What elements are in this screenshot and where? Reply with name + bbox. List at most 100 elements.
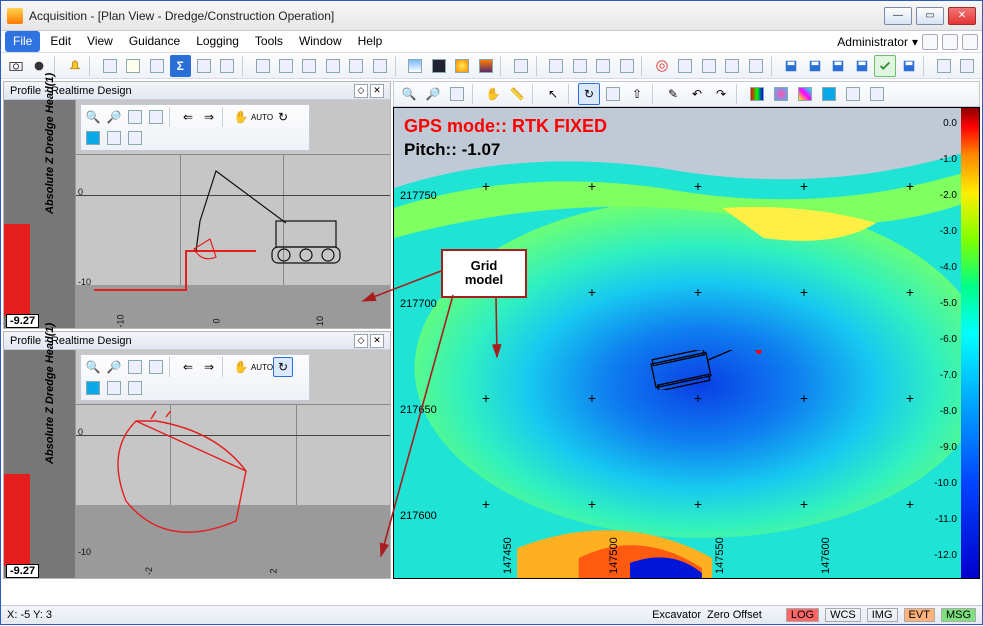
rotate-icon[interactable]: ↻ (273, 107, 293, 127)
profile-2-area[interactable]: 🔍 🔎 ⇐ ⇒ ✋ AUTO ↻ (76, 350, 390, 578)
panel-close-icon[interactable]: ✕ (370, 84, 384, 98)
status-chip-log[interactable]: LOG (786, 608, 819, 622)
status-chip-wcs[interactable]: WCS (825, 608, 861, 622)
tide-icon[interactable] (698, 55, 719, 77)
window-new-icon[interactable] (252, 55, 273, 77)
pv-palette2-icon[interactable] (770, 83, 792, 105)
night-icon[interactable] (428, 55, 449, 77)
copy3-icon[interactable] (104, 378, 124, 398)
admin-dropdown[interactable]: Administrator (837, 35, 908, 49)
menu-file[interactable]: File (5, 31, 40, 52)
lifebuoy-icon[interactable] (651, 55, 672, 77)
plan-view[interactable]: GPS mode:: RTK FIXED Pitch:: -1.07 21775… (393, 107, 980, 579)
status-chip-msg[interactable]: MSG (941, 608, 976, 622)
chevron-down-icon[interactable]: ▾ (912, 35, 918, 49)
pv-zoom-out-icon[interactable]: 🔎 (422, 83, 444, 105)
zoom-data2-icon[interactable] (125, 357, 145, 377)
child-minimize-icon[interactable] (922, 34, 938, 50)
sigma-icon[interactable]: Σ (170, 55, 191, 77)
close-button[interactable]: ✕ (948, 7, 976, 25)
pv-beacon-icon[interactable] (818, 83, 840, 105)
copy-icon[interactable] (216, 55, 237, 77)
window-arrange-icon[interactable] (369, 55, 390, 77)
minimize-button[interactable]: — (884, 7, 912, 25)
pv-edit-icon[interactable]: ✎ (662, 83, 684, 105)
pv-rotate-icon[interactable]: ↻ (578, 83, 600, 105)
auto2-icon[interactable]: AUTO (252, 357, 272, 377)
profile-2-header[interactable]: Profile - Realtime Design ◇ ✕ (4, 332, 390, 350)
panel2-close-icon[interactable]: ✕ (370, 334, 384, 348)
sat4-icon[interactable] (616, 55, 637, 77)
zoom-fit2-icon[interactable] (146, 357, 166, 377)
bell-icon[interactable] (64, 55, 85, 77)
status-chip-evt[interactable]: EVT (904, 608, 935, 622)
save-check-icon[interactable] (874, 55, 895, 77)
status-chip-img[interactable]: IMG (867, 608, 898, 622)
maximize-button[interactable]: ▭ (916, 7, 944, 25)
chart-icon[interactable] (722, 55, 743, 77)
props2-icon[interactable] (125, 378, 145, 398)
pv-zoom-fit-icon[interactable] (446, 83, 468, 105)
sky-icon[interactable] (404, 55, 425, 77)
pan-icon[interactable]: ✋ (231, 107, 251, 127)
zoom-in-icon[interactable]: 🔍 (83, 107, 103, 127)
pv-copy-icon[interactable] (842, 83, 864, 105)
db-icon[interactable] (745, 55, 766, 77)
copy2-icon[interactable] (104, 128, 124, 148)
child-restore-icon[interactable] (942, 34, 958, 50)
window-split-h-icon[interactable] (322, 55, 343, 77)
menu-help[interactable]: Help (350, 31, 391, 52)
profile-1-area[interactable]: 🔍 🔎 ⇐ ⇒ ✋ AUTO ↻ (76, 100, 390, 328)
next-icon[interactable]: ⇒ (199, 107, 219, 127)
profile-1-header[interactable]: Profile - Realtime Design ◇ ✕ (4, 82, 390, 100)
auto-icon[interactable]: AUTO (252, 107, 272, 127)
save3-icon[interactable] (827, 55, 848, 77)
pv-measure-icon[interactable]: 📏 (506, 83, 528, 105)
anchor-icon[interactable] (675, 55, 696, 77)
prev2-icon[interactable]: ⇐ (178, 357, 198, 377)
pan2-icon[interactable]: ✋ (231, 357, 251, 377)
window-split-v-icon[interactable] (346, 55, 367, 77)
pv-props-icon[interactable] (866, 83, 888, 105)
sat2-icon[interactable] (569, 55, 590, 77)
panel2-menu-icon[interactable]: ◇ (354, 334, 368, 348)
menu-tools[interactable]: Tools (247, 31, 291, 52)
pv-pointer-icon[interactable]: ↖ (542, 83, 564, 105)
pv-palette1-icon[interactable] (746, 83, 768, 105)
rotate2-icon[interactable]: ↻ (273, 357, 293, 377)
grid-icon[interactable] (193, 55, 214, 77)
zoom-out-icon[interactable]: 🔎 (104, 107, 124, 127)
vessel-icon[interactable] (83, 128, 103, 148)
import-icon[interactable] (957, 55, 978, 77)
menu-window[interactable]: Window (291, 31, 350, 52)
pv-palette3-icon[interactable] (794, 83, 816, 105)
pv-zoom-in-icon[interactable]: 🔍 (398, 83, 420, 105)
menu-edit[interactable]: Edit (42, 31, 79, 52)
camera-icon[interactable] (5, 55, 26, 77)
zoom-fit-icon[interactable] (146, 107, 166, 127)
sunset-icon[interactable] (475, 55, 496, 77)
panel-menu-icon[interactable]: ◇ (354, 84, 368, 98)
layers-icon[interactable] (146, 55, 167, 77)
pv-up-icon[interactable]: ⇧ (626, 83, 648, 105)
menu-guidance[interactable]: Guidance (121, 31, 188, 52)
zoom-data-icon[interactable] (125, 107, 145, 127)
window-cascade-icon[interactable] (299, 55, 320, 77)
pv-undo-icon[interactable]: ↶ (686, 83, 708, 105)
menu-logging[interactable]: Logging (188, 31, 247, 52)
child-close-icon[interactable] (962, 34, 978, 50)
compass-icon[interactable] (510, 55, 531, 77)
zoom-out2-icon[interactable]: 🔎 (104, 357, 124, 377)
window-tile-icon[interactable] (275, 55, 296, 77)
pv-pan-icon[interactable]: ✋ (482, 83, 504, 105)
sat1-icon[interactable] (546, 55, 567, 77)
prev-icon[interactable]: ⇐ (178, 107, 198, 127)
sat3-icon[interactable] (592, 55, 613, 77)
save1-icon[interactable] (780, 55, 801, 77)
vessel2-icon[interactable] (83, 378, 103, 398)
save2-icon[interactable] (804, 55, 825, 77)
menu-view[interactable]: View (79, 31, 121, 52)
wand-icon[interactable] (99, 55, 120, 77)
pv-north-icon[interactable] (602, 83, 624, 105)
props-icon[interactable] (125, 128, 145, 148)
